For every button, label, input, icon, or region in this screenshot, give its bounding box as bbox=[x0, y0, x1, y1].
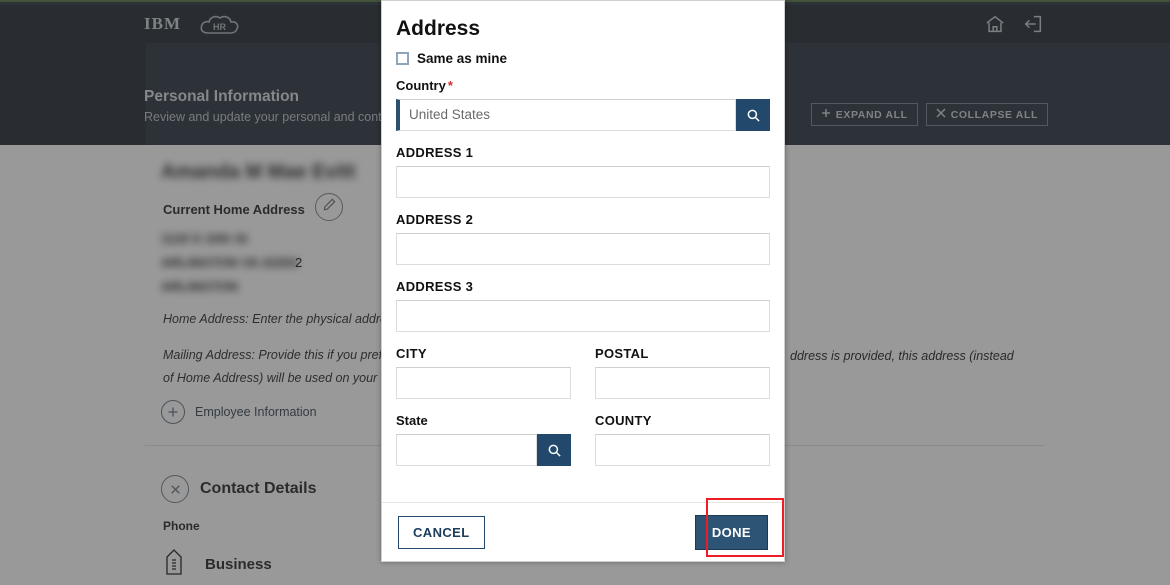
mailing-address-help-text-right: ddress is provided, this address (instea… bbox=[790, 349, 1014, 363]
same-as-mine-checkbox[interactable] bbox=[396, 52, 409, 65]
city-input-value bbox=[397, 368, 570, 382]
address3-label: ADDRESS 3 bbox=[396, 279, 474, 294]
postal-input[interactable] bbox=[595, 367, 770, 399]
country-label: Country * bbox=[396, 78, 770, 93]
county-field-row bbox=[595, 434, 770, 466]
required-asterisk: * bbox=[447, 78, 453, 93]
address2-field-row bbox=[396, 233, 770, 265]
city-input[interactable] bbox=[396, 367, 571, 399]
city-field-row bbox=[396, 367, 571, 399]
same-as-mine-label: Same as mine bbox=[417, 51, 508, 66]
city-column: CITY bbox=[396, 346, 571, 413]
same-as-mine-row[interactable]: Same as mine bbox=[396, 51, 770, 66]
address1-input-value bbox=[397, 167, 769, 181]
cancel-button[interactable]: CANCEL bbox=[398, 515, 485, 549]
address2-input[interactable] bbox=[396, 233, 770, 265]
address-modal: Address Same as mine Country * United Sta… bbox=[381, 0, 785, 562]
address-modal-footer: CANCEL DONE bbox=[382, 502, 784, 561]
city-postal-row: CITY POSTAL bbox=[396, 346, 770, 413]
county-column: COUNTY bbox=[595, 413, 770, 480]
state-input-value bbox=[397, 435, 536, 449]
country-input[interactable]: United States bbox=[396, 99, 736, 131]
country-field-row: United States bbox=[396, 99, 770, 131]
address-modal-body: Address Same as mine Country * United Sta… bbox=[382, 1, 784, 504]
modal-title: Address bbox=[396, 17, 481, 40]
state-county-row: State COUNTY bbox=[396, 413, 770, 480]
address2-label: ADDRESS 2 bbox=[396, 212, 474, 227]
state-input[interactable] bbox=[396, 434, 537, 466]
postal-field-row bbox=[595, 367, 770, 399]
address3-input[interactable] bbox=[396, 300, 770, 332]
address3-input-value bbox=[397, 301, 769, 315]
address1-input[interactable] bbox=[396, 166, 770, 198]
state-label: State bbox=[396, 413, 428, 428]
address3-field-row bbox=[396, 300, 770, 332]
state-search-button[interactable] bbox=[537, 434, 571, 466]
country-search-button[interactable] bbox=[736, 99, 770, 131]
county-label: COUNTY bbox=[595, 413, 652, 428]
county-input-value bbox=[596, 435, 769, 449]
county-input[interactable] bbox=[595, 434, 770, 466]
search-icon bbox=[747, 109, 760, 122]
address1-label: ADDRESS 1 bbox=[396, 145, 474, 160]
postal-label: POSTAL bbox=[595, 346, 649, 361]
state-column: State bbox=[396, 413, 571, 480]
country-input-value: United States bbox=[409, 107, 491, 122]
postal-column: POSTAL bbox=[595, 346, 770, 413]
city-label: CITY bbox=[396, 346, 427, 361]
page-root: IBM HR Personal Information Review and bbox=[0, 0, 1170, 585]
country-label-text: Country bbox=[396, 78, 446, 93]
postal-input-value bbox=[596, 368, 769, 382]
state-field-row bbox=[396, 434, 571, 466]
address1-field-row bbox=[396, 166, 770, 198]
done-button[interactable]: DONE bbox=[694, 514, 768, 550]
address2-input-value bbox=[397, 234, 769, 248]
search-icon bbox=[548, 444, 561, 457]
